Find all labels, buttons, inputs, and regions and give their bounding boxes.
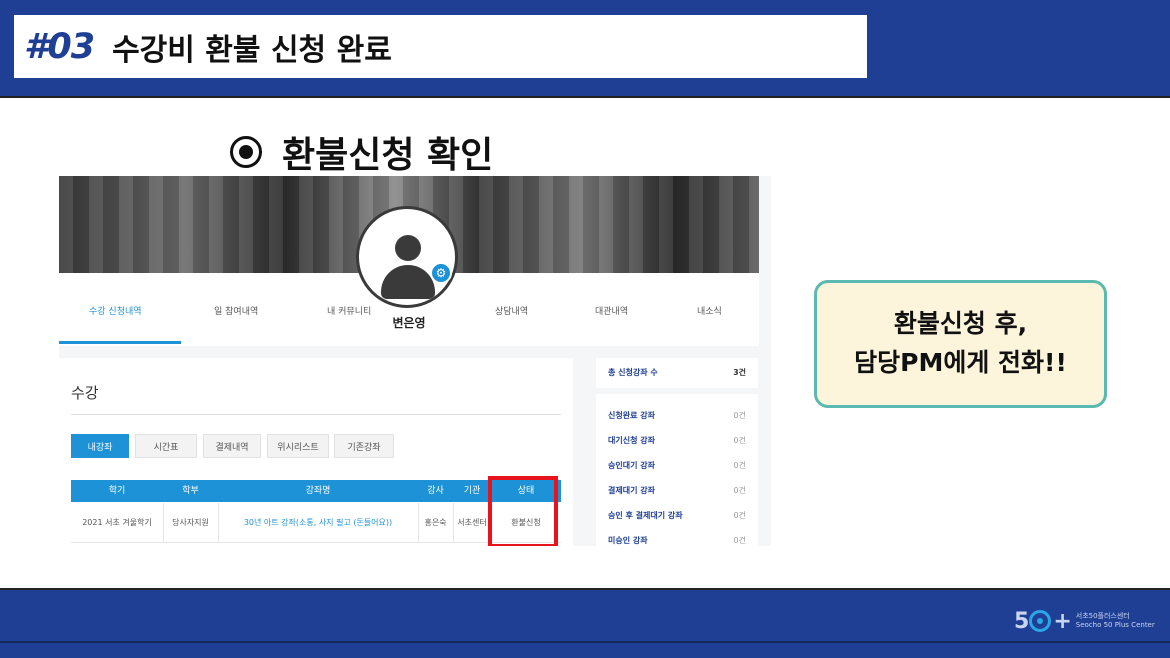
slide-title: 수강비 환불 신청 완료 <box>112 32 392 68</box>
logo-ring-icon <box>1029 610 1052 632</box>
subtab-past-courses[interactable]: 기존강좌 <box>334 434 394 458</box>
summary-item-label[interactable]: 신청완료 강좌 <box>608 410 655 421</box>
tab-news[interactable]: 내소식 <box>697 304 722 317</box>
tab-participation[interactable]: 일 참여내역 <box>214 304 258 317</box>
tab-community[interactable]: 내 커뮤니티 <box>327 304 371 317</box>
subtab-timetable[interactable]: 시간표 <box>135 434 197 458</box>
callout-line-1: 환불신청 후, <box>893 309 1028 339</box>
divider <box>71 414 561 415</box>
logo-text: 서초50플러스센터 Seocho 50 Plus Center <box>1076 612 1155 630</box>
summary-item-count: 0건 <box>733 436 746 445</box>
content-panel: 환불신청 확인 ⚙ 변은영 수강 신청내역 일 참여내역 내 커뮤니티 상담내역… <box>0 96 1170 590</box>
course-card: 수강 내강좌 시간표 결제내역 위시리스트 기존강좌 학기 학부 강좌명 강사 … <box>59 358 573 546</box>
callout-box: 환불신청 후, 담당PM에게 전화!! <box>814 280 1107 408</box>
bottom-rule <box>0 641 1170 643</box>
cell-semester: 2021 서초 겨울학기 <box>82 518 152 527</box>
th-semester: 학기 <box>108 486 126 496</box>
callout-line-2: 담당PM에게 전화!! <box>854 348 1067 377</box>
subtab-wishlist[interactable]: 위시리스트 <box>267 434 329 458</box>
gear-icon[interactable]: ⚙ <box>430 262 452 284</box>
summary-item-label[interactable]: 대기신청 강좌 <box>608 435 655 446</box>
summary-item-count: 0건 <box>733 536 746 545</box>
th-institution: 기관 <box>463 486 481 496</box>
cell-course-name-link[interactable]: 30년 아트 강좌(소통, 사지 필고 (돈들어요)) <box>218 503 418 543</box>
tab-rental[interactable]: 대관내역 <box>595 304 628 317</box>
avatar-icon[interactable] <box>356 206 458 308</box>
total-courses-label: 총 신청강좌 수 <box>608 368 658 377</box>
active-tab-indicator <box>59 341 181 344</box>
cell-department: 당사자지원 <box>172 518 209 527</box>
summary-item-count: 0건 <box>733 511 746 520</box>
subtab-payments[interactable]: 결제내역 <box>203 434 261 458</box>
th-instructor: 강사 <box>427 486 444 496</box>
center-logo: 5 + 서초50플러스센터 Seocho 50 Plus Center <box>1014 606 1155 636</box>
summary-item-label[interactable]: 승인 후 결제대기 강좌 <box>608 510 683 521</box>
subtab-my-courses[interactable]: 내강좌 <box>71 434 129 458</box>
total-courses-value: 3건 <box>733 368 746 377</box>
summary-item-label[interactable]: 미승인 강좌 <box>608 535 648 546</box>
total-courses: 총 신청강좌 수 3건 <box>596 358 758 388</box>
th-course-name: 강좌명 <box>305 486 331 496</box>
summary-item-count: 0건 <box>733 486 746 495</box>
section-heading-text: 환불신청 확인 <box>282 135 494 176</box>
status-highlight-box <box>488 476 558 546</box>
screenshot-mypage: ⚙ 변은영 수강 신청내역 일 참여내역 내 커뮤니티 상담내역 대관내역 내소… <box>59 176 771 546</box>
target-icon <box>230 136 262 168</box>
tab-consultation[interactable]: 상담내역 <box>495 304 528 317</box>
course-section-title: 수강 <box>71 384 99 402</box>
tab-course-history[interactable]: 수강 신청내역 <box>89 304 142 317</box>
cell-instructor: 홍은숙 <box>424 518 447 527</box>
cell-institution: 서초센터 <box>457 518 487 527</box>
summary-item-label[interactable]: 승인대기 강좌 <box>608 460 655 471</box>
slide-title-box: #03 수강비 환불 신청 완료 <box>14 15 867 78</box>
status-summary-list: 신청완료 강좌 0건 대기신청 강좌 0건 승인대기 강좌 0건 결제대기 강좌… <box>596 394 758 546</box>
logo-text-en: Seocho 50 Plus Center <box>1075 621 1155 629</box>
summary-card: 총 신청강좌 수 3건 신청완료 강좌 0건 대기신청 강좌 0건 승인대기 강… <box>596 358 758 546</box>
summary-item-label[interactable]: 결제대기 강좌 <box>608 485 655 496</box>
slide-number: #03 <box>24 26 95 67</box>
th-department: 학부 <box>182 486 199 496</box>
logo-plus: + <box>1053 608 1071 634</box>
section-heading: 환불신청 확인 <box>230 126 493 178</box>
summary-item-count: 0건 <box>733 411 746 420</box>
summary-item-count: 0건 <box>733 461 746 470</box>
username: 변은영 <box>392 316 426 330</box>
logo-mark: 5 <box>1014 608 1029 634</box>
logo-text-ko: 서초50플러스센터 <box>1075 611 1130 620</box>
